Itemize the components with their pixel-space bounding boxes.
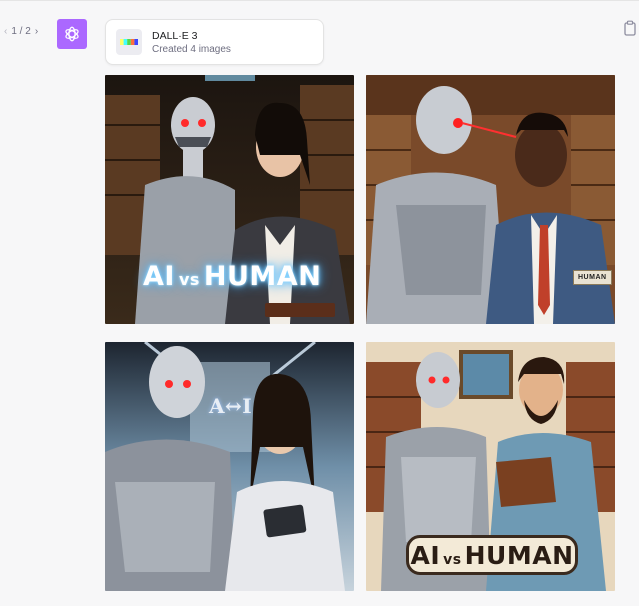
generated-image-4[interactable]: AI vs HUMAN [366,342,615,591]
top-divider [0,0,639,1]
assistant-avatar [57,19,87,49]
response-pager: ‹ 1 / 2 › [4,26,38,37]
generated-image-2[interactable]: HUMAN [366,75,615,324]
chevron-right-icon[interactable]: › [35,26,38,37]
generated-image-3[interactable]: A↔I [105,342,354,591]
dalle-icon [116,29,142,55]
image-2-artwork [366,75,615,324]
card-subtitle: Created 4 images [152,43,231,55]
image-1-banner: AI vs HUMAN [143,261,322,292]
pager-label: 1 / 2 [11,26,31,37]
image-4-banner: AI vs HUMAN [406,535,578,575]
image-4-banner-text: AI vs HUMAN [410,540,574,570]
generated-image-1[interactable]: AI vs HUMAN [105,75,354,324]
color-bar-icon [120,39,138,45]
clipboard-icon[interactable] [623,20,637,36]
image-3-wall-sign: A↔I [209,394,253,418]
image-2-name-badge: HUMAN [573,270,612,285]
card-title: DALL·E 3 [152,29,198,42]
dalle-tool-card[interactable]: DALL·E 3 Created 4 images [105,19,324,65]
image-3-artwork [105,342,354,591]
chevron-left-icon[interactable]: ‹ [4,26,7,37]
openai-logo-icon [65,26,79,42]
